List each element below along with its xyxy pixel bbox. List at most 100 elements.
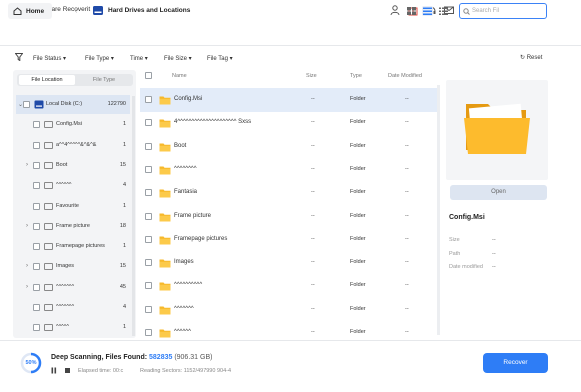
recover-button[interactable]: Recover xyxy=(483,353,548,373)
column-size[interactable]: Size xyxy=(306,73,317,79)
filter-file-type[interactable]: File Type ▾ xyxy=(85,55,114,62)
stop-icon[interactable] xyxy=(64,367,71,374)
tree-item[interactable]: ^^^^^ 1 xyxy=(16,318,130,337)
tree-checkbox[interactable] xyxy=(33,182,40,190)
filter-file-status[interactable]: File Status ▾ xyxy=(33,55,66,62)
file-checkbox[interactable] xyxy=(145,329,152,336)
expand-icon[interactable]: › xyxy=(26,162,28,168)
file-row[interactable]: Config.Msi -- Folder -- xyxy=(140,88,438,112)
column-name[interactable]: Name xyxy=(172,73,187,79)
tree-checkbox[interactable] xyxy=(33,202,40,210)
file-row[interactable]: Boot -- Folder -- xyxy=(140,135,438,159)
tree-item[interactable]: › Frame picture 18 xyxy=(16,217,130,236)
tree-item[interactable]: ⌄ Local Disk (C:) 122790 xyxy=(16,95,130,114)
file-row[interactable]: Framepage pictures -- Folder -- xyxy=(140,228,438,252)
preview-path-label: Path xyxy=(449,251,461,257)
filter-icon[interactable] xyxy=(15,53,23,61)
pause-icon[interactable] xyxy=(51,367,57,374)
file-row[interactable]: 4^^^^^^^^^^^^^^^^^^^^^ Sxss -- Folder -- xyxy=(140,111,438,135)
tree-checkbox[interactable] xyxy=(33,324,40,332)
tree-item[interactable]: ^^^^^^^ 4 xyxy=(16,298,130,317)
file-checkbox[interactable] xyxy=(145,142,152,150)
tree-item-count: 4 xyxy=(122,182,126,189)
tree-item[interactable]: a^^4^^^^^&^&^& 1 xyxy=(16,136,130,155)
column-type[interactable]: Type xyxy=(350,73,362,79)
file-date: -- xyxy=(405,165,409,172)
tree-checkbox[interactable] xyxy=(33,283,40,291)
file-checkbox[interactable] xyxy=(145,259,152,267)
folder-icon xyxy=(159,165,171,175)
file-checkbox[interactable] xyxy=(145,165,152,173)
tree-checkbox[interactable] xyxy=(23,101,30,108)
tree-item[interactable]: › Boot 15 xyxy=(16,156,130,175)
reading-sectors: Reading Sectors: 1152/497990 904-4 xyxy=(140,368,232,374)
back-button[interactable]: ‹ xyxy=(70,4,82,18)
file-checkbox[interactable] xyxy=(145,305,152,313)
file-row[interactable]: ^^^^^^^^ -- Folder -- xyxy=(140,158,438,182)
drive-icon xyxy=(34,100,44,109)
preview-date-value: -- xyxy=(492,264,496,270)
location-title: Hard Drives and Locations xyxy=(108,7,191,14)
file-type: Folder xyxy=(350,329,366,335)
tree-item-label: ^^^^^^^ xyxy=(56,283,75,290)
list-scrollbar[interactable] xyxy=(437,85,440,335)
file-row[interactable]: Images -- Folder -- xyxy=(140,251,438,275)
expand-icon[interactable]: › xyxy=(26,223,28,229)
expand-icon[interactable]: › xyxy=(26,284,28,290)
folder-outline-icon xyxy=(44,202,53,210)
reset-button[interactable]: ↻ Reset xyxy=(520,54,542,61)
tree-checkbox[interactable] xyxy=(33,304,40,311)
file-row[interactable]: ^^^^^^^ -- Folder -- xyxy=(140,298,438,322)
grid-view-icon[interactable] xyxy=(406,6,417,16)
tree-checkbox[interactable] xyxy=(33,141,40,149)
filter-file-tag[interactable]: File Tag ▾ xyxy=(207,55,233,62)
file-checkbox[interactable] xyxy=(145,282,152,290)
expand-icon[interactable]: › xyxy=(26,263,28,269)
file-size: -- xyxy=(311,305,315,312)
file-checkbox[interactable] xyxy=(145,96,152,103)
file-checkbox[interactable] xyxy=(145,189,152,197)
tree-item[interactable]: Framepage pictures 1 xyxy=(16,237,130,256)
tree-item-count: 1 xyxy=(122,141,126,148)
tree-item[interactable]: ^^^^^^ 4 xyxy=(16,176,130,195)
folder-outline-icon xyxy=(44,121,53,129)
tab-file-location[interactable]: File Location xyxy=(19,75,75,85)
tree-item-count: 18 xyxy=(119,222,126,229)
tree-item[interactable]: › ^^^^^^^ 45 xyxy=(16,278,130,297)
list-view-icon[interactable] xyxy=(438,6,449,16)
tab-file-type[interactable]: File Type xyxy=(76,75,132,85)
user-icon[interactable] xyxy=(389,4,401,16)
file-checkbox[interactable] xyxy=(145,119,152,127)
tree-item[interactable]: Config.Msi 1 xyxy=(16,115,130,134)
column-date[interactable]: Date Modified xyxy=(388,73,422,79)
file-name: ^^^^^^^ xyxy=(174,305,194,312)
file-size: -- xyxy=(311,329,315,335)
file-date: -- xyxy=(405,142,409,149)
file-name: Boot xyxy=(174,142,187,149)
file-row[interactable]: Frame picture -- Folder -- xyxy=(140,205,438,229)
file-checkbox[interactable] xyxy=(145,235,152,243)
filter-time[interactable]: Time ▾ xyxy=(130,55,148,62)
detail-view-icon[interactable] xyxy=(422,6,433,16)
home-icon xyxy=(13,7,22,15)
home-button[interactable]: Home xyxy=(8,3,52,19)
tree-checkbox[interactable] xyxy=(33,263,40,271)
tree-checkbox[interactable] xyxy=(33,243,40,251)
file-checkbox[interactable] xyxy=(145,212,152,220)
tree-checkbox[interactable] xyxy=(33,222,40,230)
scan-progress-ring: 50% xyxy=(20,352,42,374)
file-row[interactable]: Fantasia -- Folder -- xyxy=(140,181,438,205)
tree-item-label: Images xyxy=(56,263,75,270)
open-button[interactable]: Open xyxy=(450,185,547,200)
file-date: -- xyxy=(405,259,409,266)
file-row[interactable]: ^^^^^^ -- Folder -- xyxy=(140,321,438,345)
tree-item[interactable]: › Images 15 xyxy=(16,257,130,276)
select-all-checkbox[interactable] xyxy=(145,72,152,79)
filter-file-size[interactable]: File Size ▾ xyxy=(164,55,192,62)
tree-item[interactable]: Favourite 1 xyxy=(16,197,130,216)
tree-checkbox[interactable] xyxy=(33,121,40,129)
file-row[interactable]: ^^^^^^^^^^ -- Folder -- xyxy=(140,274,438,298)
tree-scrollbar[interactable] xyxy=(132,96,135,336)
tree-item-label: Boot xyxy=(56,161,68,168)
tree-checkbox[interactable] xyxy=(33,161,40,169)
